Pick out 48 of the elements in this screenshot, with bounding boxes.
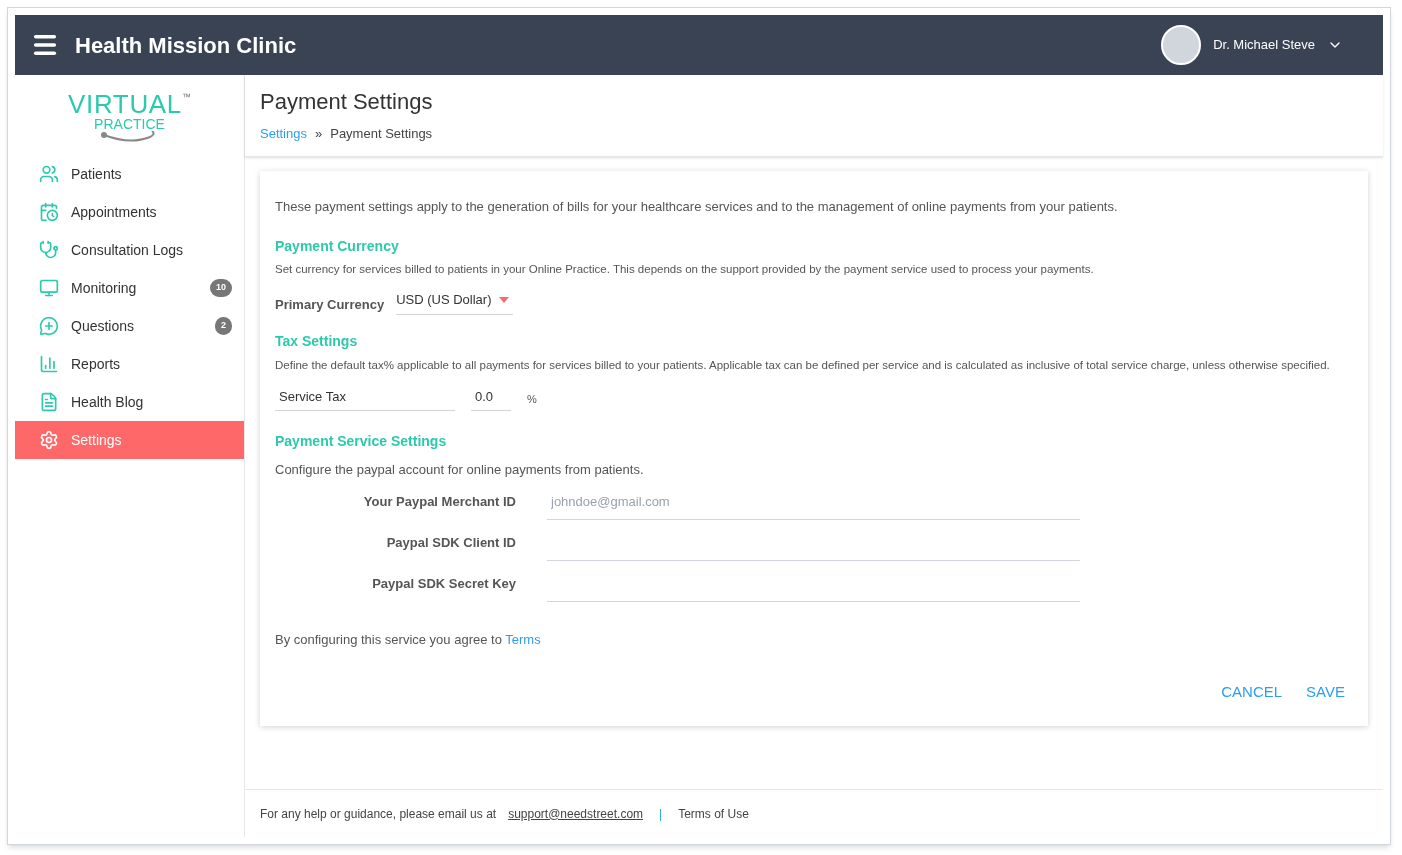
sidebar-item[interactable]: Questions 2 — [15, 307, 244, 345]
sidebar-item[interactable]: Health Blog — [15, 383, 244, 421]
terms-of-use-link[interactable]: Terms of Use — [678, 804, 749, 823]
section-heading: Payment Currency — [275, 237, 400, 256]
section-heading: Tax Settings — [275, 331, 359, 351]
count-badge: 10 — [210, 279, 232, 297]
tax-name-field[interactable]: Service Tax — [275, 382, 455, 412]
sidebar-item[interactable]: Monitoring 10 — [15, 269, 244, 307]
percent-unit: % — [527, 391, 537, 407]
document-icon — [39, 392, 59, 412]
avatar — [1161, 25, 1202, 65]
calendar-clock-icon — [39, 202, 59, 222]
field-label: Paypal SDK Client ID — [385, 534, 517, 552]
trademark: ™ — [181, 91, 191, 104]
monitor-icon — [39, 278, 59, 298]
field-label: Primary Currency — [275, 296, 385, 315]
chat-plus-icon — [39, 316, 59, 336]
section-description: Define the default tax% applicable to all payments for services billed to your patients. Applicable tax can be defined per service and is calculated as inclusive of total service charge, unless otherwise specified. — [275, 357, 1331, 373]
separator-text: | — [658, 805, 664, 823]
section-description: Set currency for services billed to patients in your Online Practice. This depends on the support provided by the payment service used to process your payments. — [275, 262, 1095, 277]
sidebar-item[interactable]: Reports — [15, 345, 244, 383]
breadcrumb-text: » — [315, 125, 323, 143]
breadcrumb-text: Payment Settings — [330, 125, 433, 143]
section-heading: Payment Service Settings — [275, 432, 448, 452]
email-link[interactable]: support@needstreet.com — [508, 804, 644, 823]
field-label: Paypal SDK Secret Key — [371, 575, 517, 593]
intro-text: These payment settings apply to the generation of bills for your healthcare services and to the management of online payments from your patients. — [275, 197, 1119, 216]
tax-value-field[interactable]: 0.0 — [471, 382, 511, 412]
logo-subtext: PRACTICE — [94, 117, 165, 131]
bar-chart-icon — [39, 354, 59, 374]
sidebar-item[interactable]: Consultation Logs — [15, 231, 244, 269]
count-badge: 2 — [215, 317, 232, 335]
sidebar-item[interactable]: Appointments — [15, 193, 244, 231]
field-label: Your Paypal Merchant ID — [362, 493, 517, 511]
dropdown-caret-icon — [499, 297, 510, 303]
settings-icon — [39, 430, 59, 450]
agreement-text: By configuring this service you agree to Terms — [275, 630, 542, 649]
sidebar-item[interactable]: Patients — [15, 155, 244, 193]
people-icon — [39, 164, 59, 184]
section-description: Configure the paypal account for online payments from patients. — [275, 461, 645, 480]
stethoscope-icon — [39, 240, 59, 260]
clinic-title: Health Mission Clinic — [75, 31, 297, 60]
input-field[interactable]: johndoe@gmail.com — [547, 483, 1080, 520]
logo-text: VIRTUAL — [68, 91, 182, 117]
currency-select[interactable]: USD (US Dollar) — [396, 290, 514, 315]
page-title: Payment Settings — [260, 88, 434, 116]
help-text: For any help or guidance, please email us at — [260, 805, 497, 823]
user-name[interactable]: Dr. Michael Steve — [1213, 35, 1315, 55]
